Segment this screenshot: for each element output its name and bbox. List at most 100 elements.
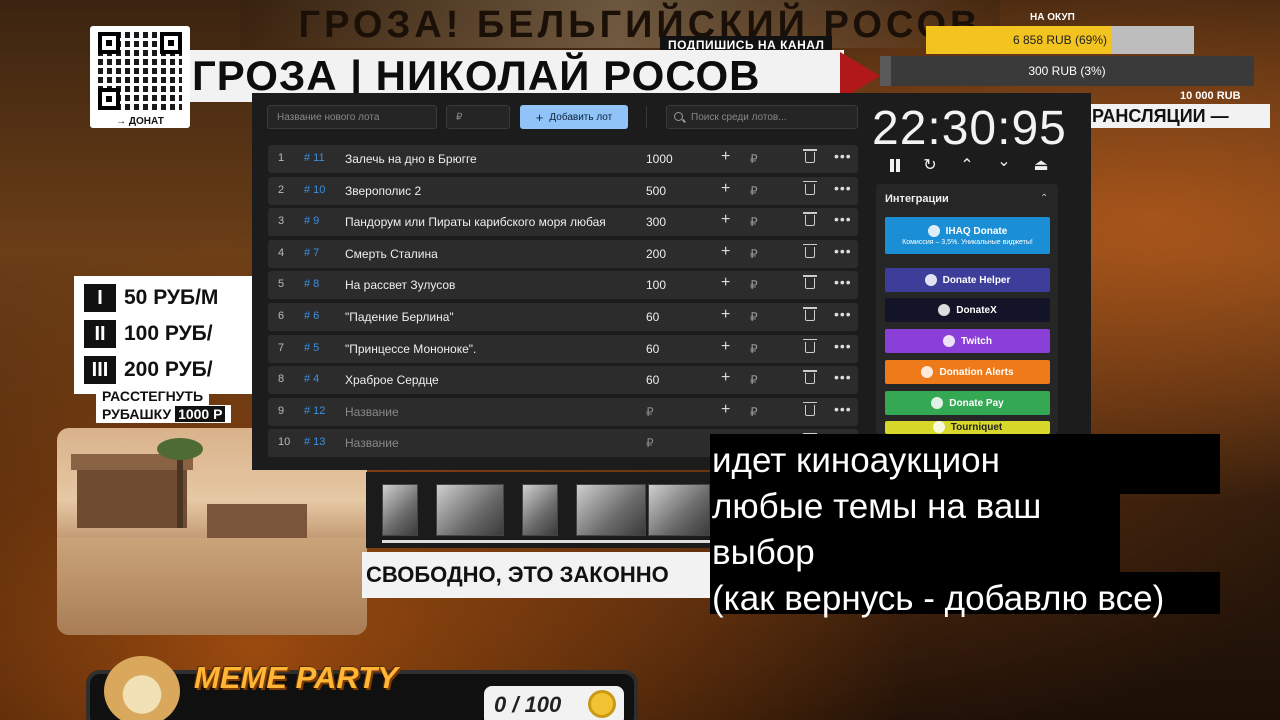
lot-row[interactable]: 9 # 12 Название ₽ + ₽ ••• — [268, 397, 858, 426]
lot-amount[interactable]: 100 — [646, 278, 666, 292]
chevron-up-icon[interactable]: ⌃ — [1040, 193, 1048, 204]
lot-id: # 12 — [304, 404, 326, 417]
lot-rub-input[interactable]: ₽ — [750, 184, 758, 198]
lot-amount[interactable]: ₽ — [646, 405, 654, 419]
ihaq-icon — [927, 225, 940, 237]
more-icon[interactable]: ••• — [834, 148, 852, 164]
chevrons-up-icon[interactable]: ⏏ — [1031, 156, 1051, 176]
integration-button-twitch[interactable]: Twitch — [885, 329, 1050, 353]
lot-name[interactable]: Залечь на дно в Брюгге — [345, 152, 477, 166]
lot-rub-input[interactable]: ₽ — [750, 310, 758, 324]
plus-icon[interactable]: + — [721, 243, 730, 261]
lot-name[interactable]: "Принцессе Мононоке". — [345, 342, 476, 356]
integration-button-tourniquet[interactable]: Tourniquet — [885, 421, 1050, 434]
lot-amount[interactable]: 60 — [646, 373, 659, 387]
divider — [646, 106, 647, 128]
lot-id: # 6 — [304, 310, 320, 322]
film-photo — [382, 484, 418, 536]
more-icon[interactable]: ••• — [834, 211, 852, 227]
pause-icon[interactable] — [885, 156, 905, 176]
chevron-up-icon[interactable]: ⌃ — [957, 156, 977, 176]
more-icon[interactable]: ••• — [834, 180, 852, 196]
lot-rub-input[interactable]: ₽ — [750, 152, 758, 166]
more-icon[interactable]: ••• — [834, 306, 852, 322]
more-icon[interactable]: ••• — [834, 369, 852, 385]
lot-rub-input[interactable]: ₽ — [750, 405, 758, 419]
goal-bar-2-text: 300 RUB (3%) — [1028, 64, 1106, 78]
lot-row[interactable]: 7 # 5 "Принцессе Мононоке". 60 + ₽ ••• — [268, 334, 858, 363]
new-lot-price-input[interactable]: ₽ — [446, 105, 510, 129]
integration-label: Donation Alerts — [939, 366, 1014, 378]
plus-icon[interactable]: + — [721, 148, 730, 166]
chevron-down-icon[interactable]: ⌄ — [994, 152, 1014, 172]
donatepay-icon — [931, 397, 944, 409]
qr-corner-icon — [98, 88, 120, 110]
integration-button-donate-helper[interactable]: Donate Helper — [885, 268, 1050, 292]
lot-row[interactable]: 1 # 11 Залечь на дно в Брюгге 1000 + ₽ ••• — [268, 145, 858, 173]
add-lot-label: Добавить лот — [549, 111, 613, 123]
lot-name[interactable]: Пандорум или Пираты карибского моря люба… — [345, 215, 606, 229]
lot-name[interactable]: На рассвет Зулусов — [345, 278, 455, 292]
lot-rub-input[interactable]: ₽ — [750, 247, 758, 261]
lot-name[interactable]: "Падение Берлина" — [345, 310, 454, 324]
lot-amount[interactable]: ₽ — [646, 436, 654, 450]
plus-icon[interactable]: + — [721, 401, 730, 419]
lot-rub-input[interactable]: ₽ — [750, 215, 758, 229]
plus-icon[interactable]: + — [721, 306, 730, 324]
lot-row[interactable]: 2 # 10 Зверополис 2 500 + ₽ ••• — [268, 176, 858, 205]
lot-name[interactable]: Зверополис 2 — [345, 184, 421, 198]
lot-row[interactable]: 4 # 7 Смерть Сталина 200 + ₽ ••• — [268, 239, 858, 268]
lot-rub-input[interactable]: ₽ — [750, 342, 758, 356]
trash-icon[interactable] — [803, 243, 817, 258]
integration-button-donation-alerts[interactable]: Donation Alerts — [885, 360, 1050, 384]
trash-icon[interactable] — [803, 149, 817, 163]
unbutton-line1: РАССТЕГНУТЬ — [96, 388, 210, 405]
more-icon[interactable]: ••• — [834, 338, 852, 354]
lot-name[interactable]: Название — [345, 436, 399, 450]
plus-icon[interactable]: + — [721, 338, 730, 356]
lot-row[interactable]: 6 # 6 "Падение Берлина" 60 + ₽ ••• — [268, 303, 858, 331]
trash-icon[interactable] — [803, 338, 817, 353]
qr-corner-icon — [98, 32, 120, 54]
more-icon[interactable]: ••• — [834, 401, 852, 417]
trash-icon[interactable] — [803, 401, 817, 416]
lot-rub-input[interactable]: ₽ — [750, 278, 758, 292]
integration-button-donatex[interactable]: DonateX — [885, 298, 1050, 322]
integration-button-donate-pay[interactable]: Donate Pay — [885, 391, 1050, 415]
lot-id: # 10 — [304, 183, 326, 196]
more-icon[interactable]: ••• — [834, 274, 852, 290]
lot-name[interactable]: Смерть Сталина — [345, 247, 438, 261]
lot-name[interactable]: Название — [345, 405, 399, 419]
plus-icon[interactable]: + — [721, 369, 730, 387]
lot-amount[interactable]: 60 — [646, 310, 659, 324]
trash-icon[interactable] — [803, 307, 817, 321]
lot-index: 4 — [278, 246, 285, 259]
new-lot-name-input[interactable]: Название нового лота — [267, 105, 437, 129]
trash-icon[interactable] — [803, 180, 817, 195]
more-icon[interactable]: ••• — [834, 243, 852, 259]
lot-row[interactable]: 3 # 9 Пандорум или Пираты карибского моря … — [268, 208, 858, 237]
trash-icon[interactable] — [803, 370, 817, 385]
plus-icon[interactable]: + — [721, 211, 730, 229]
reset-icon[interactable]: ↻ — [920, 156, 940, 176]
lot-amount[interactable]: 500 — [646, 184, 666, 198]
lot-row[interactable]: 8 # 4 Храброе Сердце 60 + ₽ ••• — [268, 366, 858, 395]
lot-row[interactable]: 5 # 8 На рассвет Зулусов 100 + ₽ ••• — [268, 271, 858, 300]
film-photo — [576, 484, 646, 536]
lot-index: 7 — [278, 341, 285, 354]
lot-amount[interactable]: 300 — [646, 215, 666, 229]
integrations-title: Интеграции — [885, 193, 949, 205]
lot-rub-input[interactable]: ₽ — [750, 373, 758, 387]
doge-icon — [104, 656, 180, 720]
plus-icon[interactable]: + — [721, 274, 730, 292]
lot-amount[interactable]: 1000 — [646, 152, 673, 166]
lot-search-input[interactable]: Поиск среди лотов... — [666, 105, 858, 129]
lot-name[interactable]: Храброе Сердце — [345, 373, 439, 387]
trash-icon[interactable] — [803, 212, 817, 227]
lot-amount[interactable]: 60 — [646, 342, 659, 356]
integration-button-ihaq-donate[interactable]: IHAQ Donate Комиссия – 3,5%. Уникальные в… — [885, 217, 1050, 254]
lot-amount[interactable]: 200 — [646, 247, 666, 261]
add-lot-button[interactable]: + Добавить лот — [520, 105, 628, 129]
plus-icon[interactable]: + — [721, 180, 730, 198]
trash-icon[interactable] — [803, 275, 817, 290]
